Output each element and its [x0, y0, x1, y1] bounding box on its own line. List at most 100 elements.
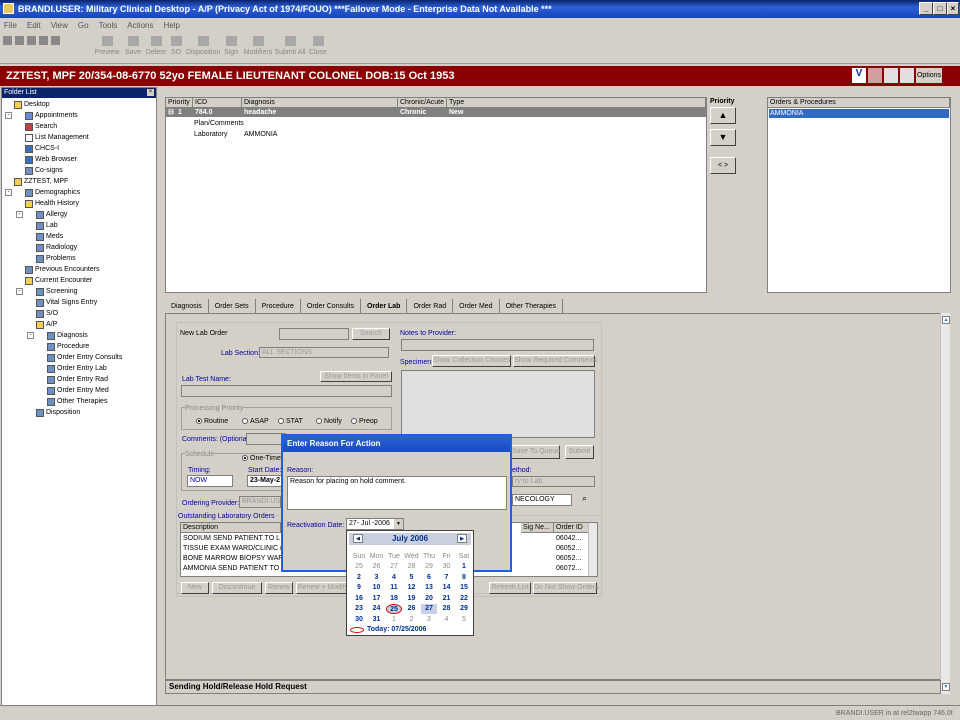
priority-up-button[interactable]: ▲ — [710, 107, 736, 124]
tree-item-ap[interactable]: A/P — [36, 320, 57, 330]
calendar-day[interactable]: 22 — [456, 594, 472, 604]
calendar-day[interactable]: 31 — [369, 615, 385, 625]
menu-help[interactable]: Help — [163, 21, 179, 30]
calendar-day[interactable]: 17 — [369, 594, 385, 604]
show-items-in-panel-button[interactable]: Show Items in Panel — [320, 371, 392, 382]
menu-go[interactable]: Go — [78, 21, 89, 30]
calendar-day[interactable]: 26 — [404, 604, 420, 614]
reactivation-date-select[interactable]: 27- Jul -2006 ▼ — [346, 518, 404, 530]
col-diagnosis[interactable]: Diagnosis — [242, 98, 398, 108]
calendar-day[interactable]: 1 — [386, 615, 402, 625]
tools-icon[interactable] — [900, 68, 914, 83]
calendar-day[interactable]: 5 — [456, 615, 472, 625]
priority-preop-radio[interactable]: Preop — [351, 417, 378, 426]
calendar-day[interactable]: 15 — [456, 583, 472, 593]
calendar-day[interactable]: 13 — [421, 583, 437, 593]
submit-all-button[interactable]: Submit All — [273, 36, 307, 56]
tree-collapse-icon[interactable]: - — [27, 332, 34, 339]
calendar-day[interactable]: 20 — [421, 594, 437, 604]
home-icon[interactable] — [27, 36, 36, 45]
tree-item-radiology[interactable]: Radiology — [36, 243, 77, 253]
col-sig-needed[interactable]: Sig Ne... — [521, 523, 554, 533]
calendar-day[interactable]: 4 — [386, 573, 402, 583]
col-chronic[interactable]: Chronic/Acute — [398, 98, 447, 108]
one-time-radio[interactable]: One-Time — [242, 454, 281, 463]
tree-item-previous-encounters[interactable]: Previous Encounters — [25, 265, 100, 275]
calendar-day[interactable]: 5 — [404, 573, 420, 583]
specialty-input[interactable]: NECOLOGY — [512, 494, 572, 506]
show-required-comments-button[interactable]: Show Required Comments — [513, 355, 598, 367]
tree-item-order-entry-med[interactable]: Order Entry Med — [47, 386, 109, 396]
lab-search-input[interactable] — [279, 328, 349, 340]
tree-item-order-entry-rad[interactable]: Order Entry Rad — [47, 375, 108, 385]
priority-routine-radio[interactable]: Routine — [196, 417, 228, 426]
tree-item-order-entry-lab[interactable]: Order Entry Lab — [47, 364, 107, 374]
tree-item-problems[interactable]: Problems — [36, 254, 76, 264]
calendar-day[interactable]: 27 — [386, 562, 402, 572]
tree-item-diagnosis[interactable]: Diagnosis — [47, 331, 88, 341]
tree-item-procedure[interactable]: Procedure — [47, 342, 89, 352]
priority-swap-button[interactable]: < > — [710, 157, 736, 174]
do-not-show-orders-button[interactable]: Do Not Show Orders — [533, 582, 599, 594]
notes-to-provider-input[interactable] — [401, 339, 594, 351]
menu-actions[interactable]: Actions — [127, 21, 153, 30]
tree-item-patient[interactable]: ZZTEST, MPF — [14, 177, 68, 187]
calendar-day[interactable]: 24 — [369, 604, 385, 614]
tree-item-order-entry-consults[interactable]: Order Entry Consults — [47, 353, 122, 363]
calendar-day[interactable]: 30 — [351, 615, 367, 625]
tree-collapse-icon[interactable]: - — [16, 211, 23, 218]
menu-view[interactable]: View — [51, 21, 68, 30]
calendar-day[interactable]: 4 — [439, 615, 455, 625]
refresh-list-button[interactable]: Refresh List — [489, 582, 531, 594]
calendar-day[interactable]: 2 — [404, 615, 420, 625]
tree-item-current-encounter[interactable]: Current Encounter — [25, 276, 92, 286]
calendar-day[interactable]: 16 — [351, 594, 367, 604]
calendar-day[interactable]: 18 — [386, 594, 402, 604]
options-button[interactable]: Options — [916, 68, 942, 83]
priority-asap-radio[interactable]: ASAP — [242, 417, 269, 426]
v-icon[interactable]: V — [852, 68, 866, 83]
folder-close-icon[interactable]: × — [147, 89, 154, 96]
binoculars-icon[interactable]: ⌕ — [582, 494, 587, 503]
tree-collapse-icon[interactable]: - — [5, 189, 12, 196]
calendar-day[interactable]: 19 — [404, 594, 420, 604]
priority-notify-radio[interactable]: Notify — [316, 417, 342, 426]
tree-item-appointments[interactable]: Appointments — [25, 111, 78, 121]
calendar-day[interactable]: 28 — [404, 562, 420, 572]
tree-item-allergy[interactable]: Allergy — [36, 210, 67, 220]
calendar-day[interactable]: 29 — [456, 604, 472, 614]
modifiers-button[interactable]: Modifiers — [241, 36, 275, 56]
renew-button[interactable]: Renew — [265, 582, 293, 594]
calendar-day[interactable]: 25 — [351, 562, 367, 572]
calendar-day[interactable]: 25 — [386, 604, 402, 614]
calendar-day[interactable]: 9 — [351, 583, 367, 593]
timing-select[interactable]: NOW — [187, 475, 233, 487]
tree-item-disposition[interactable]: Disposition — [36, 408, 80, 418]
tree-collapse-icon[interactable]: - — [5, 112, 12, 119]
show-collection-choices-button[interactable]: Show Collection Choices — [432, 355, 511, 367]
renew-modify-button[interactable]: Renew + Modify — [296, 582, 350, 594]
calendar-day[interactable]: 28 — [439, 604, 455, 614]
prp-icon[interactable] — [868, 68, 882, 83]
calendar-day[interactable]: 3 — [369, 573, 385, 583]
calendar-day[interactable]: 11 — [386, 583, 402, 593]
calendar-day[interactable]: 29 — [421, 562, 437, 572]
calendar-day[interactable]: 1 — [456, 562, 472, 572]
orders-scrollbar[interactable] — [588, 523, 597, 576]
date-dropdown-icon[interactable]: ▼ — [394, 519, 403, 529]
panel-scrollbar[interactable]: ▲ ▼ — [940, 313, 950, 694]
calendar-day[interactable]: 27 — [421, 604, 437, 614]
calendar-day[interactable]: 12 — [404, 583, 420, 593]
forward-icon[interactable] — [15, 36, 24, 45]
tree-item-other-therapies[interactable]: Other Therapies — [47, 397, 107, 407]
calendar-day[interactable]: 6 — [421, 573, 437, 583]
tree-item-web-browser[interactable]: Web Browser — [25, 155, 77, 165]
col-type[interactable]: Type — [447, 98, 706, 108]
tree-item-lab[interactable]: Lab — [36, 221, 58, 231]
tree-item-vital-signs-entry[interactable]: Vital Signs Entry — [36, 298, 97, 308]
tree-item-health-history[interactable]: Health History — [25, 199, 79, 209]
tree-item-screening[interactable]: Screening — [36, 287, 78, 297]
reason-input[interactable]: Reason for placing on hold comment. — [287, 476, 507, 510]
tree-item-desktop[interactable]: Desktop — [14, 100, 50, 110]
lab-test-select[interactable] — [181, 385, 392, 397]
